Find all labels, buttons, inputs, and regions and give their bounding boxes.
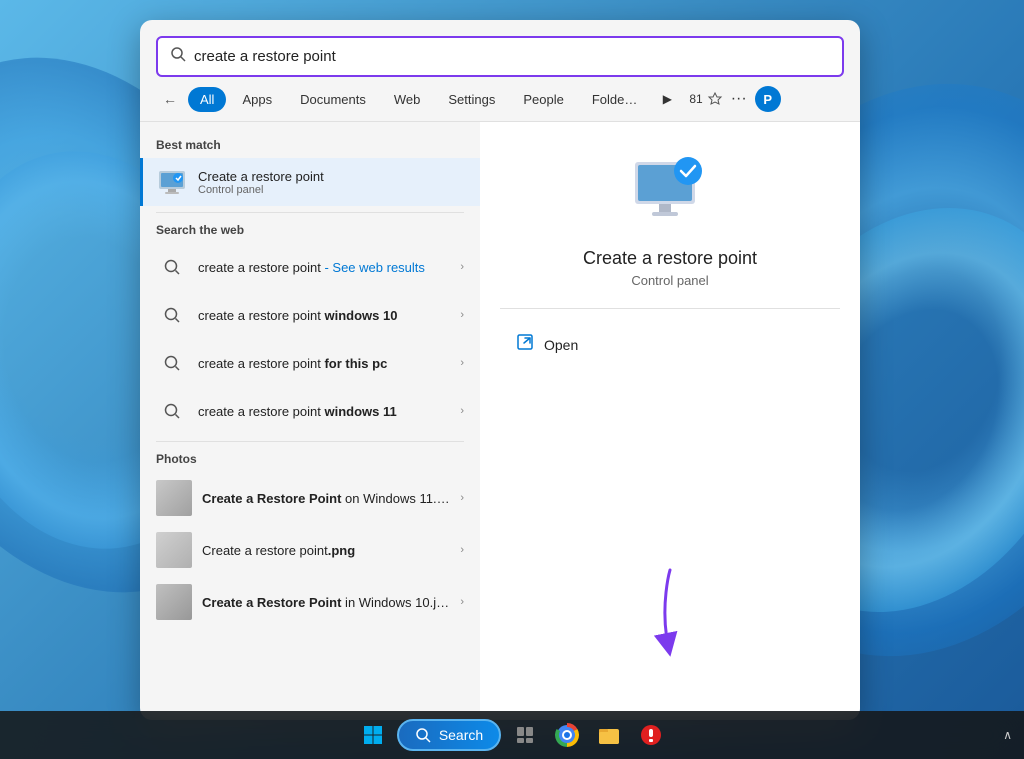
tab-avatar[interactable]: P bbox=[755, 86, 781, 112]
taskbar-search-label: Search bbox=[439, 727, 483, 743]
photo-thumb-3 bbox=[156, 584, 192, 620]
ai-icon bbox=[707, 91, 723, 107]
taskbar-chevron[interactable]: ∧ bbox=[1003, 728, 1012, 742]
web-result-2-text: create a restore point windows 10 bbox=[198, 308, 450, 323]
taskbar-center: Search bbox=[355, 717, 669, 753]
open-action[interactable]: Open bbox=[500, 325, 840, 364]
web-result-1-text: create a restore point - See web results bbox=[198, 260, 450, 275]
web-search-icon-1 bbox=[156, 251, 188, 283]
photo-result-3-arrow: › bbox=[460, 596, 464, 608]
red-app-icon[interactable] bbox=[633, 717, 669, 753]
right-icon-container bbox=[630, 152, 710, 232]
web-result-4-title: create a restore point windows 11 bbox=[198, 404, 450, 419]
best-match-item[interactable]: Create a restore point Control panel bbox=[140, 158, 480, 206]
open-icon bbox=[516, 333, 534, 356]
best-match-item-subtitle: Control panel bbox=[198, 184, 464, 196]
photo-result-3-text: Create a Restore Point in Windows 10.jpg bbox=[202, 595, 450, 610]
web-result-2-title: create a restore point windows 10 bbox=[198, 308, 450, 323]
photo-thumb-1 bbox=[156, 480, 192, 516]
tab-apps[interactable]: Apps bbox=[230, 87, 284, 112]
web-search-icon-4 bbox=[156, 395, 188, 427]
photo-result-1-text: Create a Restore Point on Windows 11.jpg bbox=[202, 491, 450, 506]
tab-people[interactable]: People bbox=[511, 87, 575, 112]
taskbar: Search bbox=[0, 711, 1024, 759]
web-result-3-arrow: › bbox=[460, 357, 464, 369]
web-result-1[interactable]: create a restore point - See web results… bbox=[140, 243, 480, 291]
file-explorer-icon[interactable] bbox=[591, 717, 627, 753]
web-result-3-title: create a restore point for this pc bbox=[198, 356, 450, 371]
web-result-3[interactable]: create a restore point for this pc › bbox=[140, 339, 480, 387]
best-match-item-title: Create a restore point bbox=[198, 169, 464, 184]
best-match-text: Create a restore point Control panel bbox=[198, 169, 464, 196]
web-result-4-text: create a restore point windows 11 bbox=[198, 404, 450, 419]
photo-result-2-title: Create a restore point.png bbox=[202, 543, 450, 558]
search-icon bbox=[170, 46, 186, 67]
web-result-4-arrow: › bbox=[460, 405, 464, 417]
tab-folders[interactable]: Folde… bbox=[580, 87, 650, 112]
tab-back-button[interactable]: ← bbox=[156, 85, 184, 113]
photo-result-3-title: Create a Restore Point in Windows 10.jpg bbox=[202, 595, 450, 610]
search-bar-container: create a restore point bbox=[140, 20, 860, 77]
search-panel: create a restore point ← All Apps Docume… bbox=[140, 20, 860, 720]
tab-all[interactable]: All bbox=[188, 87, 226, 112]
search-bar[interactable]: create a restore point bbox=[156, 36, 844, 77]
panel-body: Best match Create a restore point bbox=[140, 122, 860, 720]
right-panel-title: Create a restore point bbox=[583, 248, 757, 269]
open-action-text: Open bbox=[544, 337, 578, 353]
web-search-icon-3 bbox=[156, 347, 188, 379]
photo-result-2[interactable]: Create a restore point.png › bbox=[140, 524, 480, 576]
taskbar-search-icon bbox=[415, 727, 431, 743]
web-result-1-title: create a restore point - See web results bbox=[198, 260, 450, 275]
web-result-4[interactable]: create a restore point windows 11 › bbox=[140, 387, 480, 435]
photo-result-2-text: Create a restore point.png bbox=[202, 543, 450, 558]
right-panel: Create a restore point Control panel Ope… bbox=[480, 122, 860, 720]
web-result-2[interactable]: create a restore point windows 10 › bbox=[140, 291, 480, 339]
photos-title: Photos bbox=[140, 448, 480, 472]
tab-settings[interactable]: Settings bbox=[436, 87, 507, 112]
best-match-title: Best match bbox=[140, 134, 480, 158]
photo-result-2-arrow: › bbox=[460, 544, 464, 556]
start-button[interactable] bbox=[355, 717, 391, 753]
divider-1 bbox=[156, 212, 464, 213]
search-web-title: Search the web bbox=[140, 219, 480, 243]
taskbar-right: ∧ bbox=[1003, 728, 1012, 742]
left-panel: Best match Create a restore point bbox=[140, 122, 480, 720]
right-panel-subtitle: Control panel bbox=[631, 273, 708, 288]
tab-documents[interactable]: Documents bbox=[288, 87, 378, 112]
taskbar-search-button[interactable]: Search bbox=[397, 719, 501, 751]
photo-thumb-2 bbox=[156, 532, 192, 568]
tab-more-button[interactable]: ··· bbox=[731, 90, 747, 108]
photo-result-3[interactable]: Create a Restore Point in Windows 10.jpg… bbox=[140, 576, 480, 628]
task-view-button[interactable] bbox=[507, 717, 543, 753]
photo-result-1-arrow: › bbox=[460, 492, 464, 504]
tab-count: 81 bbox=[689, 91, 722, 107]
tab-play-button[interactable]: ▶ bbox=[653, 85, 681, 113]
photo-result-1[interactable]: Create a Restore Point on Windows 11.jpg… bbox=[140, 472, 480, 524]
photo-result-1-title: Create a Restore Point on Windows 11.jpg bbox=[202, 491, 450, 506]
right-divider bbox=[500, 308, 840, 309]
web-result-2-arrow: › bbox=[460, 309, 464, 321]
result-icon-restore bbox=[156, 166, 188, 198]
divider-2 bbox=[156, 441, 464, 442]
arrow-annotation bbox=[640, 565, 700, 665]
tabs-row: ← All Apps Documents Web Settings People… bbox=[140, 77, 860, 122]
web-result-1-arrow: › bbox=[460, 261, 464, 273]
web-result-3-text: create a restore point for this pc bbox=[198, 356, 450, 371]
chrome-icon[interactable] bbox=[549, 717, 585, 753]
web-search-icon-2 bbox=[156, 299, 188, 331]
back-icon: ← bbox=[163, 91, 177, 107]
search-input[interactable]: create a restore point bbox=[194, 48, 830, 65]
tab-web[interactable]: Web bbox=[382, 87, 433, 112]
